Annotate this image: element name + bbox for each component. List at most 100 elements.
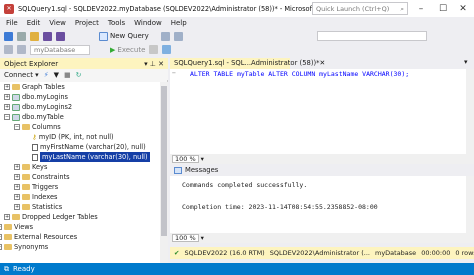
expand-icon[interactable]: + <box>14 184 20 190</box>
filter-icon[interactable]: ▼ <box>54 71 59 79</box>
tree-node-triggers[interactable]: + Triggers <box>14 182 58 192</box>
connect-icon[interactable] <box>4 45 13 54</box>
back-icon[interactable] <box>4 31 13 41</box>
folder-icon <box>4 224 12 230</box>
menu-project[interactable]: Project <box>75 19 99 27</box>
pin-icon[interactable]: ▾ ⊥ ✕ <box>144 60 164 68</box>
status-bar: ⧉ Ready <box>0 263 474 275</box>
editor-zoom-select[interactable]: 100 % <box>172 155 199 163</box>
messages-scrollbar[interactable] <box>466 176 474 233</box>
new-query-icon <box>99 31 108 41</box>
editor-tab-label: SQLQuery1.sql - SQL...Administrator (58)… <box>174 59 320 67</box>
table-icon <box>12 113 20 121</box>
menu-file[interactable]: File <box>6 19 18 27</box>
tree-node-myid[interactable]: ⚷ myID (PK, int, not null) <box>32 132 114 142</box>
folder-icon <box>4 244 12 250</box>
expand-icon[interactable]: + <box>4 104 10 110</box>
menu-edit[interactable]: Edit <box>27 19 41 27</box>
connect-dropdown[interactable]: Connect ▾ <box>4 71 39 79</box>
object-explorer-toolbar: Connect ▾ ⚡ ▼ ■ ↻ <box>0 69 168 80</box>
tree-node-mylogins[interactable]: + dbo.myLogins <box>4 92 68 102</box>
object-explorer-scroll-thumb[interactable] <box>161 86 167 236</box>
menu-tools[interactable]: Tools <box>108 19 125 27</box>
object-explorer-tree: + Graph Tables + dbo.myLogins + dbo.myLogin… <box>0 82 160 263</box>
maximize-button[interactable]: ☐ <box>432 0 454 17</box>
zoom-dropdown-icon[interactable]: ▾ <box>201 155 204 163</box>
expand-icon[interactable]: + <box>14 204 20 210</box>
tree-node-indexes[interactable]: + Indexes <box>14 192 57 202</box>
change-connection-icon[interactable] <box>17 45 26 54</box>
editor-tab-sqlquery1[interactable]: SQLQuery1.sql - SQL...Administrator (58)… <box>170 58 325 69</box>
standard-toolbar: New Query <box>0 29 474 43</box>
save-all-icon[interactable] <box>56 31 65 41</box>
solution-config-combo[interactable] <box>316 31 427 41</box>
close-tab-icon[interactable]: ✕ <box>320 59 326 68</box>
zoom-dropdown-icon[interactable]: ▾ <box>201 234 204 242</box>
editor-scrollbar[interactable] <box>466 69 474 154</box>
tab-dropdown-icon[interactable]: ▾ <box>464 58 468 66</box>
collapse-region-icon[interactable]: − <box>172 69 176 77</box>
tree-node-graph-tables[interactable]: + Graph Tables <box>4 82 65 92</box>
folder-icon <box>12 84 20 90</box>
expand-icon[interactable]: + <box>0 244 2 250</box>
server-version: SQLDEV2022 (16.0 RTM) <box>184 249 265 257</box>
tree-node-mytable[interactable]: − dbo.myTable <box>4 112 64 122</box>
database-select[interactable]: myDatabase <box>30 44 90 55</box>
tree-node-views[interactable]: + Views <box>0 222 33 232</box>
message-line-1: Commands completed successfully. <box>182 181 308 189</box>
execute-button[interactable]: ▶ Execute <box>110 46 145 54</box>
window-title: SQLQuery1.sql - SQLDEV2022.myDatabase (S… <box>18 4 359 13</box>
quick-launch-input[interactable]: Quick Launch (Ctrl+Q) ⌕ <box>312 2 408 15</box>
tree-node-statistics[interactable]: + Statistics <box>14 202 62 212</box>
messages-icon <box>174 166 182 174</box>
expand-icon[interactable]: + <box>4 84 10 90</box>
editor-zoom-bar: 100 % ▾ <box>170 154 474 164</box>
tree-node-columns[interactable]: − Columns <box>14 122 61 132</box>
expand-icon[interactable]: + <box>4 94 10 100</box>
menu-help[interactable]: Help <box>171 19 187 27</box>
query-icon-2[interactable] <box>173 31 183 41</box>
menu-view[interactable]: View <box>49 19 66 27</box>
cancel-query-icon[interactable] <box>149 45 159 54</box>
connect-icon[interactable]: ⚡ <box>44 71 49 79</box>
tree-node-label: Dropped Ledger Tables <box>22 213 98 221</box>
tree-node-dropped-ledger-tables[interactable]: + Dropped Ledger Tables <box>4 212 98 222</box>
query-editor[interactable]: − ALTER TABLE myTable ALTER COLUMN myLas… <box>170 69 466 154</box>
object-explorer-panel: Object Explorer ▾ ⊥ ✕ Connect ▾ ⚡ ▼ ■ ↻ … <box>0 58 168 263</box>
save-icon[interactable] <box>43 31 52 41</box>
tree-node-constraints[interactable]: + Constraints <box>14 172 70 182</box>
parse-icon[interactable] <box>162 45 172 54</box>
expand-icon[interactable]: + <box>14 164 20 170</box>
expand-icon[interactable]: + <box>0 224 2 230</box>
new-query-label: New Query <box>110 32 149 40</box>
collapse-icon[interactable]: − <box>14 124 20 130</box>
query-icon[interactable] <box>160 31 170 41</box>
message-line-2: Completion time: 2023-11-14T08:54:55.235… <box>182 203 378 211</box>
expand-icon[interactable]: + <box>14 194 20 200</box>
menu-bar: File Edit View Project Tools Window Help <box>0 17 474 29</box>
messages-zoom-select[interactable]: 100 % <box>172 234 199 242</box>
open-icon[interactable] <box>30 31 39 41</box>
close-button[interactable]: ✕ <box>452 0 474 17</box>
tree-node-myfirstname[interactable]: myFirstName (varchar(20), null) <box>32 142 146 152</box>
folder-icon <box>22 124 30 130</box>
tree-node-external-resources[interactable]: + External Resources <box>0 232 77 242</box>
minimize-button[interactable]: – <box>410 0 432 17</box>
tree-node-synonyms[interactable]: + Synonyms <box>0 242 48 252</box>
connected-user: SQLDEV2022\Administrator (... <box>269 249 370 257</box>
refresh-icon[interactable]: ↻ <box>76 71 82 79</box>
tree-node-label: Views <box>14 223 34 231</box>
stop-icon[interactable]: ■ <box>64 71 71 79</box>
new-query-button[interactable]: New Query <box>99 31 149 41</box>
tree-node-mylogins2[interactable]: + dbo.myLogins2 <box>4 102 72 112</box>
expand-icon[interactable]: + <box>14 174 20 180</box>
messages-tab[interactable]: Messages <box>185 166 218 174</box>
expand-icon[interactable]: + <box>0 234 2 240</box>
expand-icon[interactable]: + <box>4 214 10 220</box>
tree-node-keys[interactable]: + Keys <box>14 162 47 172</box>
forward-icon[interactable] <box>17 31 26 41</box>
collapse-icon[interactable]: − <box>4 114 10 120</box>
quick-launch-placeholder: Quick Launch (Ctrl+Q) <box>316 5 390 13</box>
tree-node-mylastname[interactable]: myLastName (varchar(30), null) <box>32 152 150 162</box>
menu-window[interactable]: Window <box>134 19 162 27</box>
